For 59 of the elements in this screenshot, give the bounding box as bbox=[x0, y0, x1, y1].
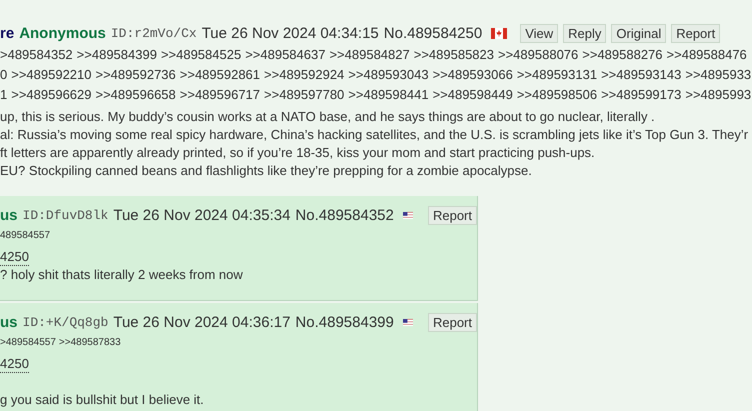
post-number: No.489584399 bbox=[295, 314, 394, 330]
reply-link[interactable]: >489584352 bbox=[0, 46, 73, 62]
poster-id: ID:DfuvD8lk bbox=[22, 208, 108, 222]
reply-link[interactable]: >>489593131 bbox=[516, 66, 598, 82]
reply-link[interactable]: >>4895933 bbox=[685, 66, 752, 82]
reply-link[interactable]: >>489592210 bbox=[11, 66, 92, 82]
post-datetime: Tue 26 Nov 2024 04:35:34 bbox=[113, 206, 290, 224]
reply-link[interactable]: >>489597780 bbox=[264, 86, 344, 102]
post-action-button[interactable]: Report bbox=[428, 206, 477, 224]
reply-link[interactable]: >>489598449 bbox=[432, 86, 513, 102]
post-text: up, this is serious. My buddy’s cousin works at a NATO base, and he says things are about to go nuclear, literally . bbox=[0, 108, 656, 126]
reply-link[interactable]: >>489596658 bbox=[96, 86, 176, 102]
reply-link[interactable]: >>489593143 bbox=[601, 66, 682, 82]
poster-id: ID:+K/Qq8gb bbox=[22, 314, 108, 330]
reply-link[interactable]: >>489593043 bbox=[348, 66, 429, 82]
post-datetime: Tue 26 Nov 2024 04:34:15 bbox=[202, 24, 379, 42]
poster-id: ID:r2mVo/Cx bbox=[110, 26, 197, 40]
reply-link[interactable]: >>489585823 bbox=[414, 46, 494, 62]
post-subject: re bbox=[0, 24, 14, 42]
quote-link[interactable]: 4250 bbox=[0, 249, 29, 266]
reply-link[interactable]: >>489584827 bbox=[329, 46, 410, 62]
reply-link[interactable]: >>489598441 bbox=[348, 86, 429, 102]
post-text: al: Russia’s moving some real spicy hardware, China’s hacking satellites, and the U.S. is scrambling jets like it’s Top Gun 3. They’r bbox=[0, 126, 750, 144]
reply-link[interactable]: >>489584525 bbox=[160, 46, 242, 62]
reply-link[interactable]: >>489584399 bbox=[76, 46, 157, 62]
reply-link[interactable]: >>489599173 bbox=[601, 86, 682, 102]
post-action-button[interactable]: View bbox=[520, 24, 558, 42]
poster-name: us bbox=[0, 206, 18, 224]
reply-link[interactable]: >>489596629 bbox=[11, 86, 92, 102]
poster-name: Anonymous bbox=[19, 24, 106, 42]
reply-link[interactable]: >>489588076 bbox=[498, 46, 578, 62]
reply-link[interactable]: >489584557 bbox=[0, 336, 56, 348]
reply-link[interactable]: >>489592924 bbox=[264, 66, 344, 82]
reply-link[interactable]: >>489587833 bbox=[58, 336, 121, 348]
post-action-button[interactable]: Report bbox=[428, 312, 477, 332]
post-text: g you said is bullshit but I believe it. bbox=[0, 391, 205, 409]
post-datetime: Tue 26 Nov 2024 04:36:17 bbox=[113, 314, 290, 330]
post-action-button[interactable]: Report bbox=[671, 24, 720, 42]
post-text: EU? Stockpiling canned beans and flashlights like they’re prepping for a zombie apocalypse. bbox=[0, 162, 533, 180]
post-text: ft letters are apparently already printed, so if you’re 18-35, kiss your mom and start practicing push-ups. bbox=[0, 144, 596, 162]
post-text: ? holy shit thats literally 2 weeks from now bbox=[0, 266, 244, 284]
reply-link[interactable]: >>489592861 bbox=[180, 66, 260, 82]
reply-link[interactable]: >>489592736 bbox=[96, 66, 176, 82]
post-action-button[interactable]: Original bbox=[611, 24, 666, 42]
reply-link[interactable]: >>489596717 bbox=[180, 86, 260, 102]
reply-link[interactable]: 0 bbox=[0, 66, 8, 82]
reply-link[interactable]: >>489588276 bbox=[582, 46, 663, 62]
reply-link[interactable]: >>489598506 bbox=[516, 86, 598, 102]
reply-link[interactable]: 489584557 bbox=[0, 230, 50, 240]
post-action-button[interactable]: Reply bbox=[563, 24, 606, 42]
poster-name: us bbox=[0, 314, 18, 330]
reply-link[interactable]: >>4895993 bbox=[685, 86, 752, 102]
post-number: No.489584352 bbox=[295, 206, 394, 224]
reply-link[interactable]: >>489584637 bbox=[245, 46, 326, 62]
reply-link[interactable]: >>489593066 bbox=[432, 66, 513, 82]
quote-link[interactable]: 4250 bbox=[0, 356, 29, 373]
post-number: No.489584250 bbox=[384, 24, 482, 42]
reply-link[interactable]: >>489588476 bbox=[666, 46, 747, 62]
reply-link[interactable]: 1 bbox=[0, 86, 8, 102]
